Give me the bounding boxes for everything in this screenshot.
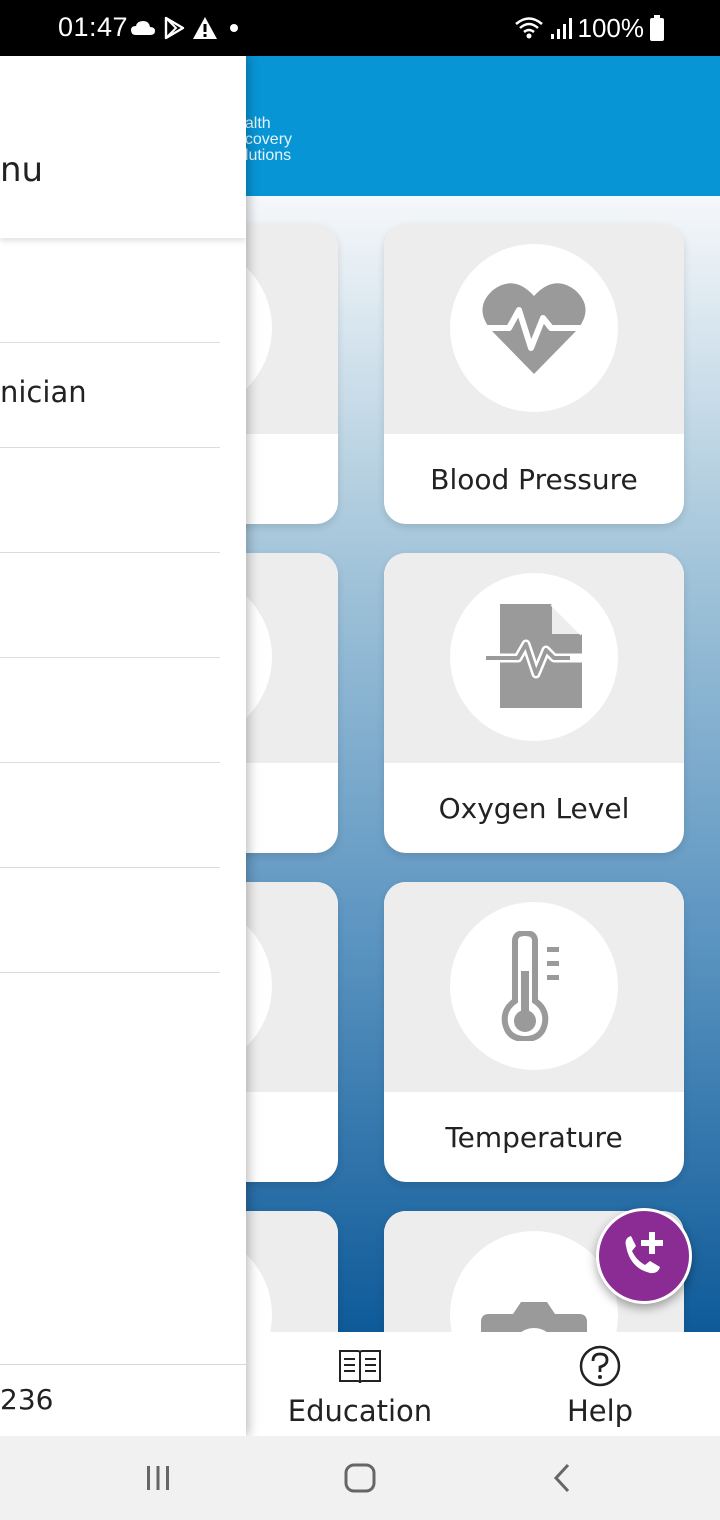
tile-label-oxygen-level: Oxygen Level xyxy=(438,791,630,825)
home-button[interactable] xyxy=(330,1454,390,1502)
help-icon xyxy=(579,1345,621,1387)
play-store-icon xyxy=(164,16,185,40)
add-call-icon xyxy=(625,1232,663,1274)
battery-icon xyxy=(650,15,664,41)
drawer-footer-text: 236 xyxy=(0,1383,54,1416)
back-icon xyxy=(553,1463,570,1493)
status-time: 01:47 xyxy=(58,12,129,42)
tile-label-temperature: Temperature xyxy=(445,1120,623,1154)
home-icon xyxy=(344,1463,376,1493)
status-notification-icons xyxy=(130,10,244,46)
nav-education-label: Education xyxy=(287,1394,433,1428)
status-system-icons: 100% xyxy=(514,10,664,46)
warning-icon xyxy=(193,17,217,39)
nav-education[interactable]: Education xyxy=(280,1332,440,1436)
drawer-item-4[interactable] xyxy=(0,553,220,658)
recent-apps-button[interactable] xyxy=(128,1454,188,1502)
back-button[interactable] xyxy=(532,1454,592,1502)
tile-label-blood-pressure: Blood Pressure xyxy=(430,462,638,496)
signal-icon xyxy=(550,18,572,39)
tile-oxygen-level[interactable]: Oxygen Level xyxy=(384,553,684,853)
nav-help-label: Help xyxy=(566,1394,634,1428)
drawer-item-clinician[interactable]: nician xyxy=(0,343,220,448)
dot-icon xyxy=(230,24,238,32)
recent-apps-icon xyxy=(147,1466,169,1490)
add-call-button[interactable] xyxy=(596,1208,692,1304)
drawer-item-6[interactable] xyxy=(0,763,220,868)
heart-pulse-icon xyxy=(482,283,586,374)
drawer-footer: 236 xyxy=(0,1364,246,1436)
tile-blood-pressure[interactable]: Blood Pressure xyxy=(384,224,684,524)
cloud-icon xyxy=(131,21,155,35)
drawer-header: nu xyxy=(0,56,246,238)
tile-temperature[interactable]: Temperature xyxy=(384,882,684,1182)
drawer-title: nu xyxy=(0,150,44,190)
system-navigation-bar xyxy=(0,1436,720,1520)
drawer-item-7[interactable] xyxy=(0,868,220,973)
thermometer-icon xyxy=(501,931,559,1041)
camera-icon xyxy=(481,1302,587,1332)
drawer-item-5[interactable] xyxy=(0,658,220,763)
battery-percentage: 100% xyxy=(577,12,645,43)
navigation-drawer: nu nician 236 xyxy=(0,56,246,1436)
status-bar: 01:47 100% xyxy=(0,0,720,56)
drawer-item-3[interactable] xyxy=(0,448,220,553)
pulse-document-icon xyxy=(486,602,584,708)
wifi-icon xyxy=(514,17,543,39)
drawer-item-clinician-label: nician xyxy=(0,375,87,409)
drawer-item-1[interactable] xyxy=(0,238,220,343)
nav-help[interactable]: Help xyxy=(540,1332,660,1436)
book-icon xyxy=(339,1350,381,1384)
